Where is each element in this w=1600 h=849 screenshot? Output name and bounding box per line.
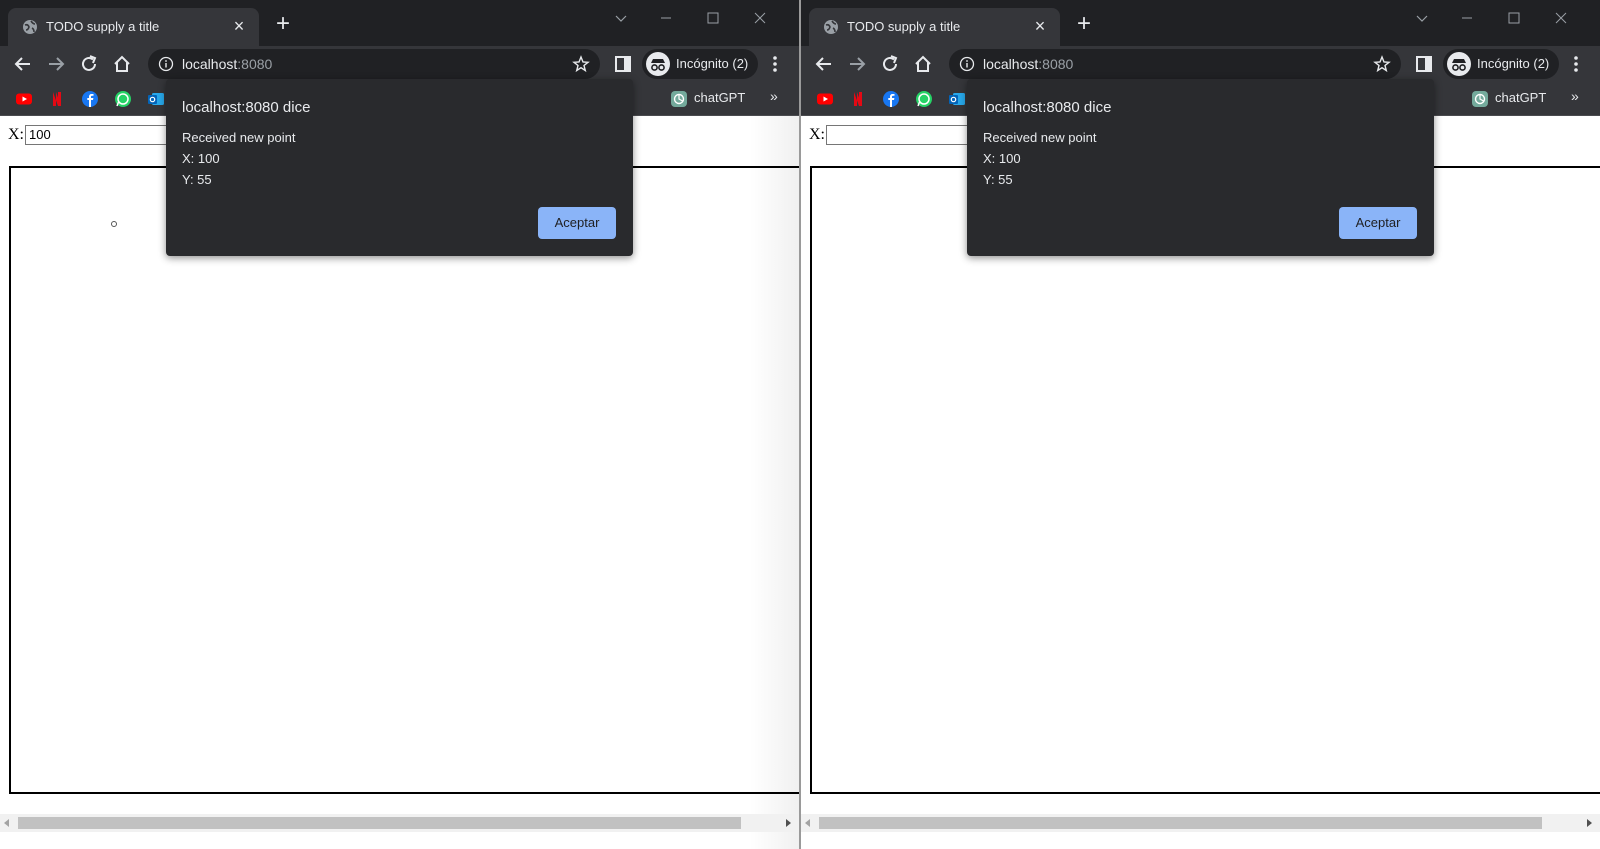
new-tab-icon[interactable]: + <box>272 12 294 36</box>
x-label: X: <box>8 126 24 143</box>
x-label: X: <box>809 126 825 143</box>
toolbar: localhost:8080 Incógnito (2) <box>801 46 1600 82</box>
star-icon[interactable] <box>572 55 590 73</box>
x-input[interactable]: 100 <box>25 125 175 145</box>
maximize-icon[interactable] <box>1499 8 1529 28</box>
maximize-icon[interactable] <box>698 8 728 28</box>
browser-window-right: TODO supply a title × + localhost:8080 I… <box>801 0 1600 849</box>
facebook-icon[interactable] <box>81 90 99 108</box>
dialog-message-line: Y: 55 <box>182 172 212 187</box>
tab-title: TODO supply a title <box>46 19 160 34</box>
scrollbar-thumb[interactable] <box>18 817 741 829</box>
tab-search-icon[interactable] <box>606 8 636 28</box>
incognito-icon <box>646 52 670 76</box>
back-arrow-icon[interactable] <box>813 53 835 75</box>
menu-icon[interactable] <box>770 54 780 74</box>
outlook-icon[interactable] <box>948 90 966 108</box>
side-panel-icon[interactable] <box>1415 55 1433 73</box>
dialog-message-line: Received new point <box>182 130 296 145</box>
incognito-label: Incógnito (2) <box>1477 56 1550 71</box>
globe-icon <box>824 20 838 34</box>
outlook-icon[interactable] <box>147 90 165 108</box>
browser-tab[interactable]: TODO supply a title × <box>8 8 259 46</box>
alert-dialog: localhost:8080 dice Received new point X… <box>166 79 633 256</box>
tab-title: TODO supply a title <box>847 19 961 34</box>
side-panel-icon[interactable] <box>614 55 632 73</box>
tab-search-icon[interactable] <box>1407 8 1437 28</box>
url-port: :8080 <box>1038 56 1074 72</box>
scroll-right-icon[interactable] <box>1587 819 1592 827</box>
bookmark-chatgpt-label[interactable]: chatGPT <box>694 90 745 105</box>
globe-icon <box>23 20 37 34</box>
forward-arrow-icon[interactable] <box>846 53 868 75</box>
back-arrow-icon[interactable] <box>12 53 34 75</box>
incognito-indicator[interactable]: Incógnito (2) <box>1443 49 1559 79</box>
url-port: :8080 <box>237 56 273 72</box>
reload-icon[interactable] <box>879 53 901 75</box>
plotted-point <box>111 221 117 227</box>
chatgpt-icon[interactable] <box>1471 90 1489 108</box>
info-icon[interactable] <box>959 56 975 72</box>
minimize-icon[interactable] <box>651 8 681 28</box>
forward-arrow-icon[interactable] <box>45 53 67 75</box>
url-text: localhost:8080 <box>182 56 272 72</box>
more-bookmarks-icon[interactable]: » <box>770 88 778 104</box>
netflix-icon[interactable] <box>849 90 867 108</box>
toolbar: localhost:8080 Incógnito (2) <box>0 46 799 82</box>
scroll-right-icon[interactable] <box>786 819 791 827</box>
home-icon[interactable] <box>111 53 133 75</box>
dialog-title: localhost:8080 dice <box>182 99 311 116</box>
reload-icon[interactable] <box>78 53 100 75</box>
browser-window-left: TODO supply a title × + localhost:8080 I… <box>0 0 799 849</box>
dialog-message-line: X: 100 <box>182 151 220 166</box>
more-bookmarks-icon[interactable]: » <box>1571 88 1579 104</box>
title-bar: TODO supply a title × + <box>801 0 1600 46</box>
netflix-icon[interactable] <box>48 90 66 108</box>
info-icon[interactable] <box>158 56 174 72</box>
title-bar: TODO supply a title × + <box>0 0 799 46</box>
dialog-message-line: X: 100 <box>983 151 1021 166</box>
close-window-icon[interactable] <box>745 8 775 28</box>
close-window-icon[interactable] <box>1546 8 1576 28</box>
tab-close-icon[interactable]: × <box>1030 16 1050 36</box>
scrollbar-thumb[interactable] <box>819 817 1542 829</box>
whatsapp-icon[interactable] <box>915 90 933 108</box>
youtube-icon[interactable] <box>15 90 33 108</box>
drawing-canvas[interactable] <box>810 166 1600 794</box>
horizontal-scrollbar[interactable] <box>801 814 1600 832</box>
home-icon[interactable] <box>912 53 934 75</box>
x-input[interactable] <box>826 125 976 145</box>
bookmark-chatgpt-label[interactable]: chatGPT <box>1495 90 1546 105</box>
minimize-icon[interactable] <box>1452 8 1482 28</box>
tab-close-icon[interactable]: × <box>229 16 249 36</box>
horizontal-scrollbar[interactable] <box>0 814 799 832</box>
scroll-left-icon[interactable] <box>805 819 810 827</box>
url-text: localhost:8080 <box>983 56 1073 72</box>
new-tab-icon[interactable]: + <box>1073 12 1095 36</box>
youtube-icon[interactable] <box>816 90 834 108</box>
star-icon[interactable] <box>1373 55 1391 73</box>
incognito-indicator[interactable]: Incógnito (2) <box>642 49 758 79</box>
incognito-label: Incógnito (2) <box>676 56 749 71</box>
accept-button[interactable]: Aceptar <box>538 207 616 239</box>
alert-dialog: localhost:8080 dice Received new point X… <box>967 79 1434 256</box>
address-bar[interactable]: localhost:8080 <box>148 49 600 79</box>
incognito-icon <box>1447 52 1471 76</box>
url-host: localhost <box>983 56 1039 72</box>
accept-button[interactable]: Aceptar <box>1339 207 1417 239</box>
url-host: localhost <box>182 56 238 72</box>
address-bar[interactable]: localhost:8080 <box>949 49 1401 79</box>
dialog-message-line: Y: 55 <box>983 172 1013 187</box>
facebook-icon[interactable] <box>882 90 900 108</box>
browser-tab[interactable]: TODO supply a title × <box>809 8 1060 46</box>
chatgpt-icon[interactable] <box>670 90 688 108</box>
drawing-canvas[interactable] <box>9 166 799 794</box>
dialog-title: localhost:8080 dice <box>983 99 1112 116</box>
whatsapp-icon[interactable] <box>114 90 132 108</box>
dialog-message-line: Received new point <box>983 130 1097 145</box>
scroll-left-icon[interactable] <box>4 819 9 827</box>
menu-icon[interactable] <box>1571 54 1581 74</box>
